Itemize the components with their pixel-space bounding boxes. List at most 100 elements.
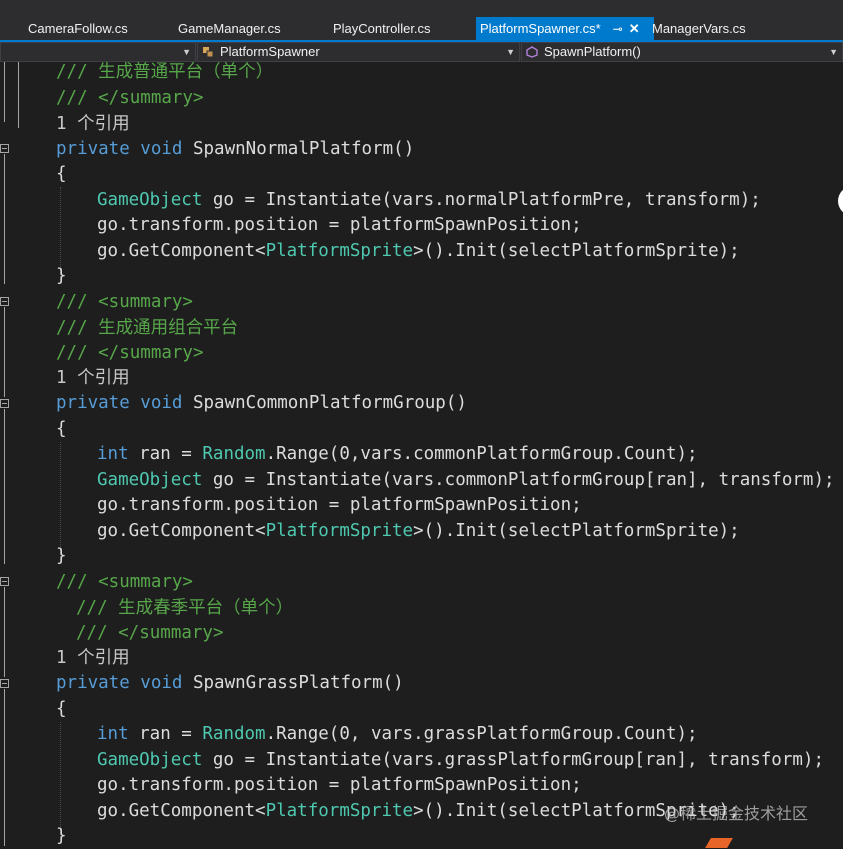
type-name: PlatformSprite xyxy=(265,241,414,261)
code-line: go.transform.position = platformSpawnPos… xyxy=(97,775,582,795)
code-line: /// </summary> xyxy=(56,343,204,363)
pin-icon[interactable]: ⊸ xyxy=(613,22,623,36)
code-text: .Range(0, vars.grassPlatformGroup.Count)… xyxy=(265,724,698,744)
type-name: Random xyxy=(202,724,266,744)
code-text: go = Instantiate(vars.grassPlatformGroup… xyxy=(202,750,824,770)
chevron-down-icon: ▼ xyxy=(829,47,838,57)
tab-gamemanager[interactable]: GameManager.cs xyxy=(174,17,285,40)
type-name: GameObject xyxy=(97,470,203,490)
code-line: private void SpawnCommonPlatformGroup() xyxy=(56,391,467,416)
tab-platformspawner[interactable]: PlatformSpawner.cs* ⊸ ✕ xyxy=(476,17,654,40)
tab-label: PlayController.cs xyxy=(333,21,431,36)
tab-label: PlatformSpawner.cs* xyxy=(480,21,601,36)
cursor-mark-icon xyxy=(705,838,733,848)
chevron-down-icon: ▼ xyxy=(506,47,515,57)
outline-line xyxy=(4,587,5,677)
type-name: Random xyxy=(202,444,266,464)
reference-count[interactable]: 1 个引用 xyxy=(56,112,130,137)
method-signature: SpawnCommonPlatformGroup() xyxy=(182,393,467,413)
class-icon xyxy=(203,47,214,58)
code-line: { xyxy=(56,699,67,719)
navigation-bar: ▼ PlatformSpawner ▼ SpawnPlatform() ▼ xyxy=(0,40,843,62)
code-line: go.GetComponent<PlatformSprite>().Init(s… xyxy=(97,239,740,264)
keyword: private void xyxy=(56,673,183,693)
code-line: private void SpawnGrassPlatform() xyxy=(56,671,404,696)
method-signature: SpawnNormalPlatform() xyxy=(182,139,415,159)
code-line: int ran = Random.Range(0, vars.grassPlat… xyxy=(97,722,698,747)
outline-line xyxy=(4,307,5,397)
type-name: GameObject xyxy=(97,190,203,210)
type-name: PlatformSprite xyxy=(265,801,414,821)
close-icon[interactable]: ✕ xyxy=(629,21,640,36)
method-signature: SpawnGrassPlatform() xyxy=(182,673,404,693)
collapse-icon[interactable] xyxy=(0,297,9,306)
type-name: GameObject xyxy=(97,750,203,770)
tab-label: ManagerVars.cs xyxy=(652,21,746,36)
code-line: int ran = Random.Range(0,vars.commonPlat… xyxy=(97,442,698,467)
tab-camerafollow[interactable]: CameraFollow.cs xyxy=(24,17,132,40)
code-line: GameObject go = Instantiate(vars.commonP… xyxy=(97,468,835,493)
code-text: >().Init(selectPlatformSprite); xyxy=(413,521,740,541)
indent-guide xyxy=(60,442,62,557)
collapse-icon[interactable] xyxy=(0,144,9,153)
code-editor[interactable]: /// 生成普通平台（单个） /// </summary> 1 个引用 priv… xyxy=(0,62,843,846)
keyword: private void xyxy=(56,393,183,413)
code-text: ran = xyxy=(128,724,203,744)
code-text: go = Instantiate(vars.commonPlatformGrou… xyxy=(202,470,835,490)
member-dropdown[interactable]: SpawnPlatform() ▼ xyxy=(521,42,843,62)
code-text: go = Instantiate(vars.normalPlatformPre,… xyxy=(202,190,761,210)
document-tab-bar: CameraFollow.cs GameManager.cs PlayContr… xyxy=(0,0,843,40)
keyword: private void xyxy=(56,139,183,159)
code-line: /// 生成通用组合平台 xyxy=(56,318,239,338)
collapse-icon[interactable] xyxy=(0,577,9,586)
code-line: /// <summary> xyxy=(56,292,193,312)
code-text: ran = xyxy=(128,444,203,464)
code-line: { xyxy=(56,164,67,184)
tab-label: CameraFollow.cs xyxy=(28,21,128,36)
code-line: } xyxy=(56,266,67,286)
type-name: PlatformSprite xyxy=(265,521,414,541)
outline-line xyxy=(4,62,5,122)
reference-count[interactable]: 1 个引用 xyxy=(56,366,130,391)
code-line: /// 生成普通平台（单个） xyxy=(56,62,274,82)
chevron-down-icon: ▼ xyxy=(182,47,191,57)
code-text: >().Init(selectPlatformSprite); xyxy=(413,241,740,261)
code-line: go.GetComponent<PlatformSprite>().Init(s… xyxy=(97,519,740,544)
tab-playcontroller[interactable]: PlayController.cs xyxy=(329,17,435,40)
collapse-icon[interactable] xyxy=(0,399,9,408)
code-line: go.transform.position = platformSpawnPos… xyxy=(97,495,582,515)
code-line: /// <summary> xyxy=(56,572,193,592)
code-line: { xyxy=(56,419,67,439)
code-line: } xyxy=(56,826,67,846)
keyword: int xyxy=(97,444,129,464)
class-dropdown[interactable]: PlatformSpawner ▼ xyxy=(197,42,520,62)
keyword: int xyxy=(97,724,129,744)
code-line: private void SpawnNormalPlatform() xyxy=(56,137,414,162)
outline-line xyxy=(18,62,19,128)
code-line: go.transform.position = platformSpawnPos… xyxy=(97,215,582,235)
watermark: @稀土掘金技术社区 xyxy=(664,804,809,823)
code-line: /// </summary> xyxy=(56,88,204,108)
code-text: go.GetComponent< xyxy=(97,801,266,821)
tab-managervars[interactable]: ManagerVars.cs xyxy=(648,17,750,40)
outline-line xyxy=(4,689,5,846)
code-line: GameObject go = Instantiate(vars.grassPl… xyxy=(97,748,824,773)
code-line: GameObject go = Instantiate(vars.normalP… xyxy=(97,188,761,213)
outline-line xyxy=(4,154,5,284)
project-dropdown[interactable]: ▼ xyxy=(0,42,196,62)
code-text: go.GetComponent< xyxy=(97,241,266,261)
code-line: /// 生成春季平台（单个） xyxy=(76,598,294,618)
collapse-icon[interactable] xyxy=(0,679,9,688)
code-line: } xyxy=(56,546,67,566)
reference-count[interactable]: 1 个引用 xyxy=(56,646,130,671)
code-line: go.GetComponent<PlatformSprite>().Init(s… xyxy=(97,799,740,824)
class-dropdown-label: PlatformSpawner xyxy=(220,44,320,59)
outline-line xyxy=(4,409,5,564)
indent-guide xyxy=(60,722,62,837)
code-line: /// </summary> xyxy=(76,623,224,643)
method-icon xyxy=(526,46,538,58)
member-dropdown-label: SpawnPlatform() xyxy=(544,44,641,59)
code-text: go.GetComponent< xyxy=(97,521,266,541)
tab-label: GameManager.cs xyxy=(178,21,281,36)
code-text: .Range(0,vars.commonPlatformGroup.Count)… xyxy=(265,444,698,464)
